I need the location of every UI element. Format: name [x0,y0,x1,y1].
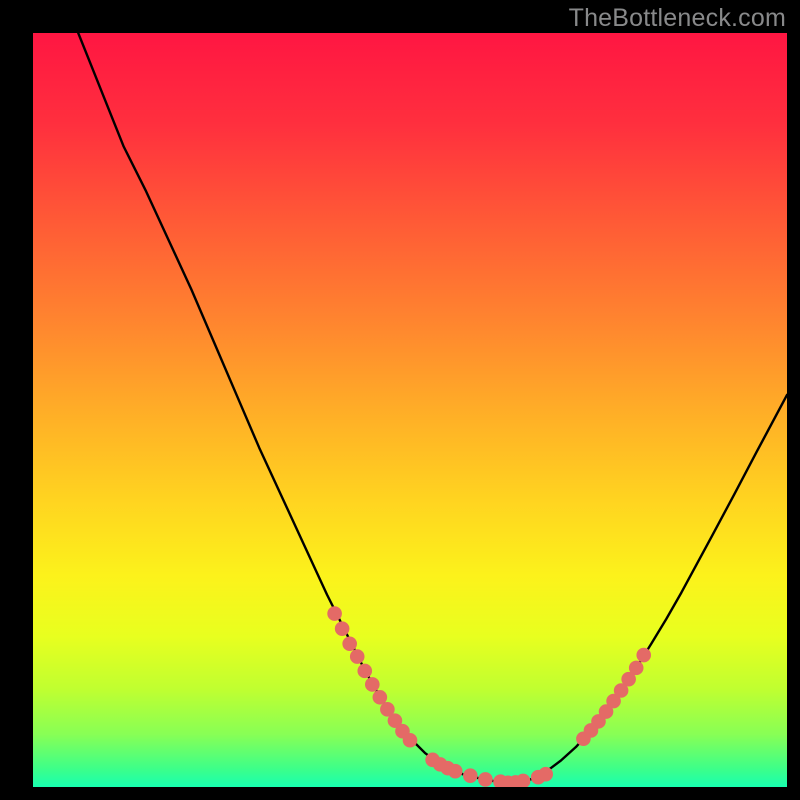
marker-left-markers [357,664,372,679]
marker-right-markers [636,648,651,663]
marker-left-markers [448,764,463,779]
marker-left-markers [350,649,365,664]
chart-frame: TheBottleneck.com [0,0,800,800]
marker-left-markers [373,690,388,705]
series-left-branch [78,33,508,783]
watermark-text: TheBottleneck.com [569,4,786,33]
marker-left-markers [478,772,493,787]
marker-left-markers [403,733,418,748]
marker-left-markers [335,621,350,636]
plot-area [33,33,787,787]
series-right-branch [508,395,787,783]
marker-left-markers [365,677,380,692]
marker-right-markers [629,661,644,676]
marker-left-markers [463,768,478,783]
marker-left-markers [327,606,342,621]
marker-left-markers [538,767,553,782]
marker-left-markers [342,636,357,651]
bottleneck-curve [33,33,787,787]
